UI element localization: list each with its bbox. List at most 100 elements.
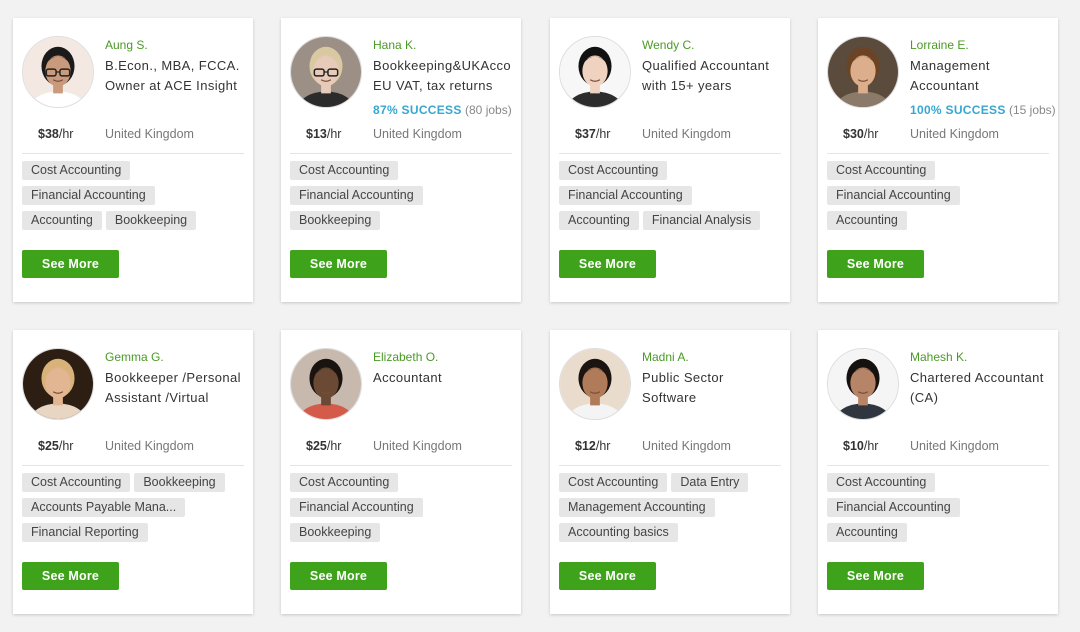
avatar[interactable] [827,36,899,108]
skill-tag[interactable]: Cost Accounting [559,473,668,492]
skill-tag[interactable]: Accounting [827,523,907,542]
skill-row: Cost Accounting [290,161,515,186]
hourly-rate: $13/hr [306,127,341,141]
freelancer-title: Accountant [373,368,521,388]
success-jobs: (15 jobs) [1008,103,1056,117]
title-line: Qualified Accountant [642,58,770,73]
title-line: Assistant /Virtual [105,389,209,405]
see-more-button[interactable]: See More [827,562,924,590]
skills-list: Cost Accounting Financial Accounting Accou… [559,161,784,236]
divider [827,465,1049,466]
freelancer-card: Lorraine E. Management Accountant 100% SUCC… [818,18,1058,302]
freelancer-title: Public Sector Software [642,368,790,407]
skill-tag[interactable]: Accounting [827,211,907,230]
skill-row: Cost Accounting Bookkeeping [22,473,247,498]
job-success: 87% SUCCESS (80 jobs) [373,103,512,117]
hourly-rate: $25/hr [306,439,341,453]
freelancer-card: Hana K. Bookkeeping&UKAcco EU VAT, tax ret… [281,18,521,302]
freelancer-name[interactable]: Aung S. [105,38,148,52]
skill-tag[interactable]: Cost Accounting [22,161,131,180]
skill-tag[interactable]: Bookkeeping [290,211,381,230]
skill-tag[interactable]: Cost Accounting [290,473,399,492]
skill-tag[interactable]: Accounting basics [559,523,678,542]
hourly-rate: $25/hr [38,439,73,453]
rate-amount: $12 [575,439,596,453]
freelancer-name[interactable]: Elizabeth O. [373,350,438,364]
divider [827,153,1049,154]
rate-unit: /hr [595,127,611,141]
skill-row: Accounts Payable Mana... [22,498,247,523]
freelancer-name[interactable]: Wendy C. [642,38,694,52]
location: United Kingdom [910,439,999,453]
skill-tag[interactable]: Financial Accounting [22,186,155,205]
success-percent: 87% SUCCESS [373,103,462,117]
avatar[interactable] [559,36,631,108]
title-line: Management [910,58,990,73]
avatar[interactable] [22,36,94,108]
skill-tag[interactable]: Management Accounting [559,498,715,517]
skill-tag[interactable]: Cost Accounting [827,473,936,492]
skill-tag[interactable]: Financial Accounting [827,186,960,205]
rate-unit: /hr [58,127,74,141]
freelancer-name[interactable]: Hana K. [373,38,416,52]
location: United Kingdom [642,127,731,141]
avatar[interactable] [290,348,362,420]
freelancer-name[interactable]: Madni A. [642,350,689,364]
rate-unit: /hr [863,439,879,453]
title-line: Bookkeeping&UKAcco [373,58,511,73]
skill-row: Financial Accounting [290,498,515,523]
hourly-rate: $10/hr [843,439,878,453]
skill-tag[interactable]: Bookkeeping [105,211,197,230]
avatar[interactable] [559,348,631,420]
rate-amount: $30 [843,127,864,141]
see-more-button[interactable]: See More [559,250,656,278]
freelancer-name[interactable]: Lorraine E. [910,38,969,52]
freelancer-title: Chartered Accountant (CA) [910,368,1058,407]
title-line: with 15+ years [642,77,732,93]
location: United Kingdom [105,439,194,453]
title-line: B.Econ., MBA, FCCA. [105,58,240,73]
skill-tag[interactable]: Bookkeeping [290,523,381,542]
skill-row: Management Accounting [559,498,784,523]
skill-tag[interactable]: Cost Accounting [290,161,399,180]
see-more-button[interactable]: See More [290,562,387,590]
skill-row: Bookkeeping [290,523,515,548]
skills-list: Cost Accounting Financial Accounting Bookk… [290,473,515,548]
avatar[interactable] [827,348,899,420]
success-jobs: (80 jobs) [465,103,512,117]
skill-tag[interactable]: Financial Analysis [642,211,761,230]
skill-row: Accounting Bookkeeping [22,211,247,236]
skills-list: Cost Accounting Financial Accounting Accou… [827,473,1052,548]
skill-tag[interactable]: Financial Reporting [22,523,148,542]
rate-amount: $13 [306,127,327,141]
skill-tag[interactable]: Bookkeeping [134,473,225,492]
title-line: Bookkeeper /Personal [105,370,241,385]
title-line: EU VAT, tax returns [373,77,493,93]
freelancer-card: Elizabeth O. Accountant $25/hr United Kingd… [281,330,521,614]
skill-tag[interactable]: Financial Accounting [559,186,692,205]
skill-tag[interactable]: Cost Accounting [827,161,936,180]
title-line: Accountant [373,370,443,385]
skill-tag[interactable]: Cost Accounting [22,473,131,492]
divider [290,153,512,154]
see-more-button[interactable]: See More [22,250,119,278]
skill-tag[interactable]: Accounting [559,211,639,230]
skill-tag[interactable]: Financial Accounting [290,498,423,517]
skill-tag[interactable]: Financial Accounting [827,498,960,517]
see-more-button[interactable]: See More [827,250,924,278]
skill-tag[interactable]: Financial Accounting [290,186,423,205]
skills-list: Cost Accounting Data Entry Management Acco… [559,473,784,548]
freelancer-name[interactable]: Gemma G. [105,350,164,364]
freelancer-name[interactable]: Mahesh K. [910,350,967,364]
skill-tag[interactable]: Cost Accounting [559,161,668,180]
see-more-button[interactable]: See More [290,250,387,278]
skill-tag[interactable]: Accounts Payable Mana... [22,498,186,517]
skill-tag[interactable]: Accounting [22,211,102,230]
avatar[interactable] [22,348,94,420]
skill-tag[interactable]: Data Entry [671,473,749,492]
avatar[interactable] [290,36,362,108]
see-more-button[interactable]: See More [559,562,656,590]
skills-list: Cost Accounting Bookkeeping Accounts Payab… [22,473,247,548]
see-more-button[interactable]: See More [22,562,119,590]
rate-unit: /hr [863,127,879,141]
